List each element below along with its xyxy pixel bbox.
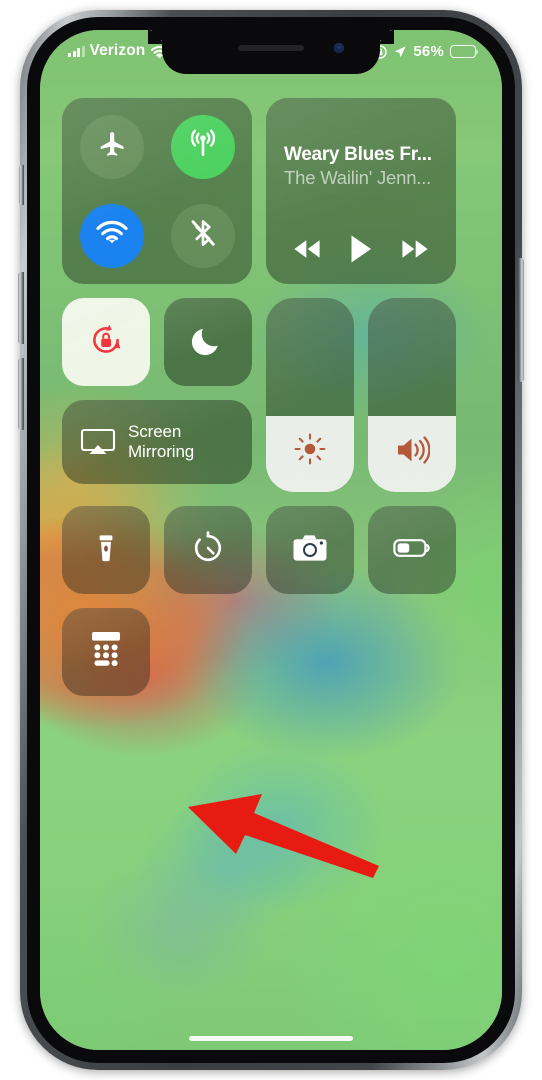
battery-percent-label: 56%	[413, 43, 444, 60]
cellular-signal-icon	[68, 45, 85, 57]
control-center-row-3	[62, 506, 480, 594]
airplane-icon	[97, 129, 127, 164]
earpiece-speaker	[238, 45, 304, 51]
camera-tile[interactable]	[266, 506, 354, 594]
flashlight-tile[interactable]	[62, 506, 150, 594]
cellular-data-toggle[interactable]	[170, 114, 235, 179]
moon-icon	[190, 322, 226, 363]
low-power-mode-tile[interactable]	[368, 506, 456, 594]
control-center-row-1: Weary Blues Fr... The Wailin' Jenn...	[62, 98, 480, 284]
fast-forward-icon[interactable]	[399, 238, 431, 260]
screen-mirroring-tile[interactable]: Screen Mirroring	[62, 400, 252, 484]
screen-mirroring-label: Screen Mirroring	[128, 422, 194, 462]
low-power-mode-icon	[393, 537, 431, 564]
status-bar-left: Verizon	[68, 42, 169, 60]
toggle-pair-row	[62, 298, 252, 386]
volume-down-button[interactable]	[18, 358, 24, 430]
airplay-screen-icon	[80, 427, 116, 457]
wifi-toggle[interactable]	[79, 203, 144, 268]
brightness-slider[interactable]	[266, 298, 354, 492]
location-arrow-icon	[393, 45, 407, 59]
rewind-icon[interactable]	[291, 238, 323, 260]
front-camera	[334, 43, 344, 53]
volume-up-button[interactable]	[18, 272, 24, 344]
volume-slider[interactable]	[368, 298, 456, 492]
timer-icon	[191, 530, 225, 570]
flashlight-icon	[89, 531, 123, 570]
timer-tile[interactable]	[164, 506, 252, 594]
cellular-data-icon	[187, 128, 219, 165]
screen-mirroring-label-line2: Mirroring	[128, 442, 195, 461]
battery-icon	[450, 45, 476, 58]
connectivity-module	[62, 98, 252, 284]
home-indicator[interactable]	[189, 1036, 353, 1041]
screen-mirroring-label-line1: Screen	[128, 421, 182, 441]
wifi-icon	[95, 220, 129, 251]
calculator-icon	[90, 630, 122, 675]
brightness-icon	[293, 432, 327, 466]
orientation-lock-tile[interactable]	[62, 298, 150, 386]
control-center-left-column: Screen Mirroring	[62, 298, 252, 492]
now-playing-title: Weary Blues Fr...	[284, 144, 432, 165]
rotation-lock-icon	[84, 318, 128, 367]
do-not-disturb-tile[interactable]	[164, 298, 252, 386]
now-playing-text: Weary Blues Fr... The Wailin' Jenn...	[266, 114, 456, 190]
now-playing-controls	[266, 234, 456, 284]
calculator-tile[interactable]	[62, 608, 150, 696]
control-center-row-2: Screen Mirroring	[62, 298, 480, 492]
bluetooth-toggle[interactable]	[170, 203, 235, 268]
control-center: Weary Blues Fr... The Wailin' Jenn... Sc…	[40, 74, 502, 1050]
mute-switch[interactable]	[19, 165, 24, 205]
play-icon[interactable]	[348, 234, 374, 264]
airplane-mode-toggle[interactable]	[79, 114, 144, 179]
control-center-row-4	[62, 608, 480, 696]
now-playing-artist: The Wailin' Jenn...	[284, 167, 432, 189]
power-button[interactable]	[518, 258, 524, 382]
notch	[148, 30, 394, 74]
camera-icon	[292, 533, 328, 568]
bluetooth-off-icon	[188, 218, 218, 253]
phone-screen: Verizon 56% Weary Blues Fr... The Wailin…	[40, 30, 502, 1050]
carrier-label: Verizon	[89, 42, 146, 59]
volume-icon	[394, 434, 430, 466]
phone-bezel: Verizon 56% Weary Blues Fr... The Wailin…	[27, 17, 515, 1063]
now-playing-module[interactable]: Weary Blues Fr... The Wailin' Jenn...	[266, 98, 456, 284]
phone-frame: Verizon 56% Weary Blues Fr... The Wailin…	[18, 10, 524, 1070]
